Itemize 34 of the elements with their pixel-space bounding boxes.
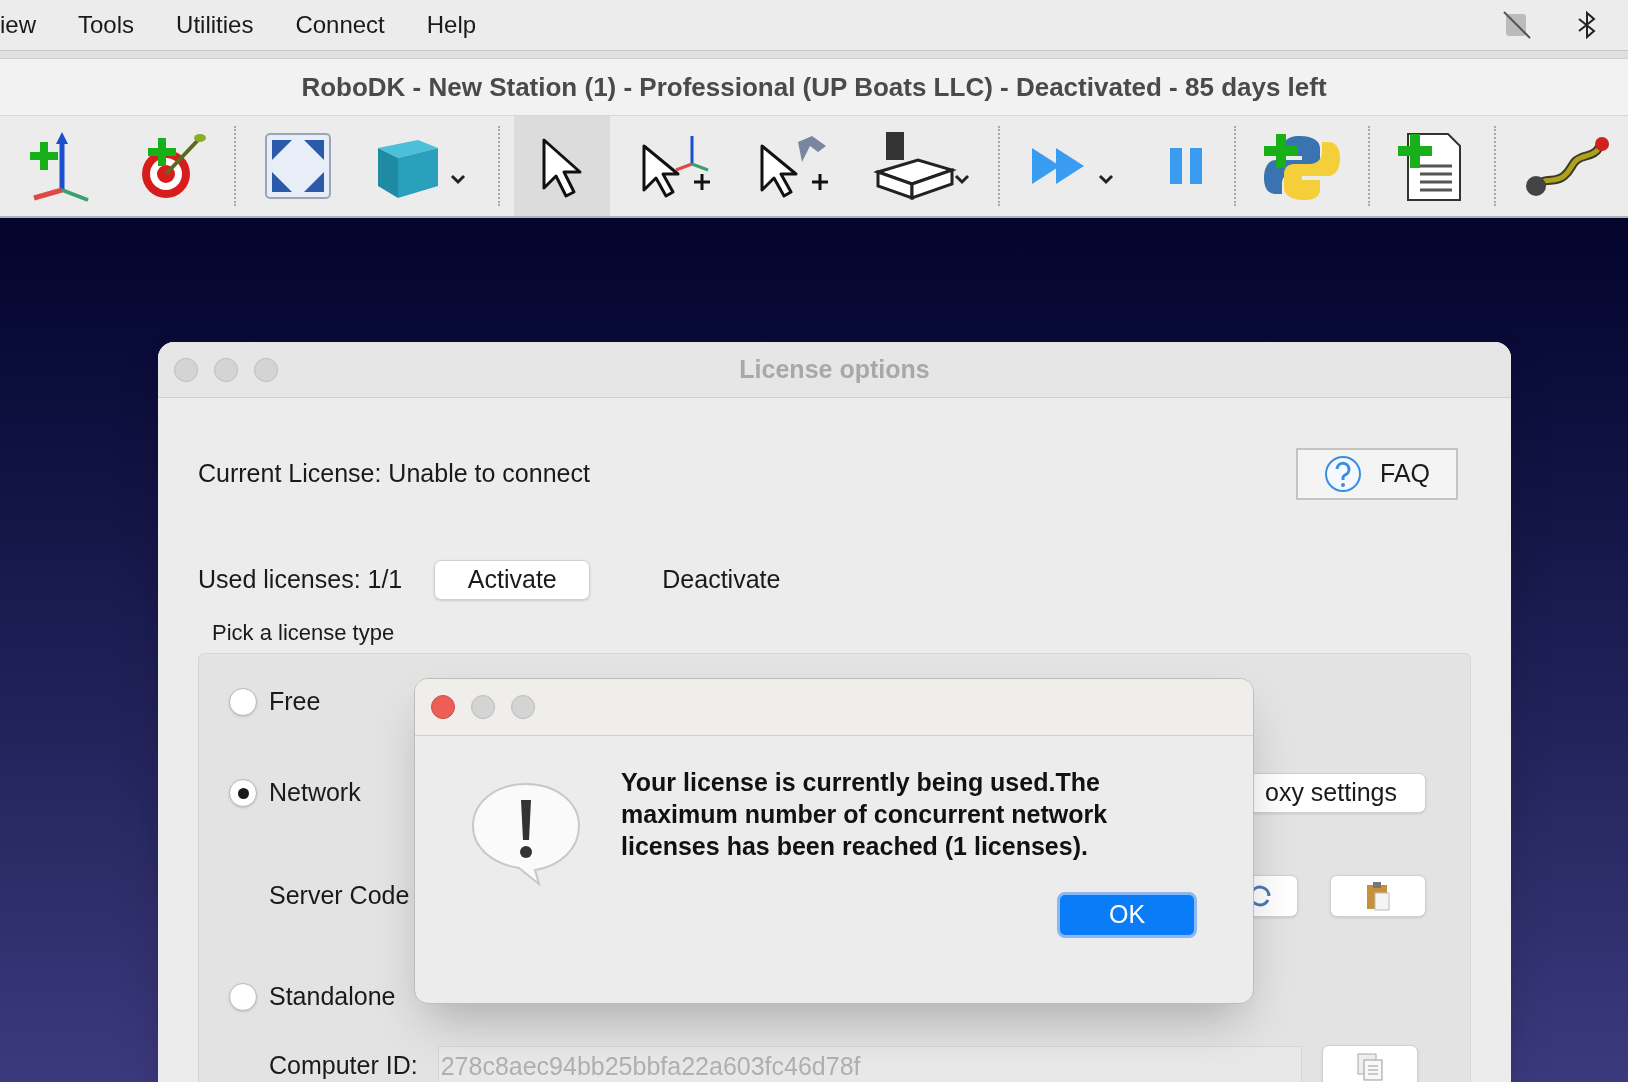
paste-button[interactable] bbox=[1330, 875, 1426, 917]
help-icon bbox=[1324, 455, 1362, 493]
radio-label[interactable]: Network bbox=[269, 774, 361, 812]
alert-message: Your license is currently being used.The maximum number of concurrent network licenses has been reached (1 licenses). bbox=[621, 767, 1109, 862]
ok-button[interactable]: OK bbox=[1057, 892, 1197, 938]
server-code-label: Server Code bbox=[269, 880, 410, 912]
used-licenses-label: Used licenses: 1/1 bbox=[198, 564, 403, 596]
radio-button[interactable] bbox=[229, 688, 257, 716]
window-title: RoboDK - New Station (1) - Professional (UP Boats LLC) - Deactivated - 85 days left bbox=[301, 70, 1327, 104]
radio-button[interactable] bbox=[229, 779, 257, 807]
bluetooth-icon[interactable] bbox=[1576, 10, 1598, 40]
toolbar-button[interactable] bbox=[514, 116, 610, 216]
group-title: Pick a license type bbox=[211, 619, 396, 647]
deactivate-button[interactable]: Deactivate bbox=[650, 560, 793, 600]
close-button[interactable] bbox=[431, 695, 455, 719]
menu-item[interactable]: Utilities bbox=[176, 7, 254, 43]
radio-label[interactable]: Standalone bbox=[269, 978, 396, 1016]
radio-button[interactable] bbox=[229, 983, 257, 1011]
menu-item[interactable]: Help bbox=[426, 7, 477, 43]
tool-icon bbox=[872, 130, 972, 202]
radio-label[interactable]: Free bbox=[269, 683, 321, 721]
computer-id-label: Computer ID: bbox=[269, 1050, 418, 1082]
menu-item[interactable]: iew bbox=[0, 7, 36, 43]
menu-item[interactable]: Connect bbox=[295, 7, 385, 43]
muted-app-icon[interactable] bbox=[1502, 10, 1532, 40]
warning-speech-bubble-icon bbox=[469, 780, 583, 888]
clipboard-icon bbox=[1365, 881, 1391, 911]
activate-button[interactable]: Activate bbox=[434, 560, 591, 600]
current-license-label: Current License: Unable to connect bbox=[198, 458, 590, 490]
menu-item[interactable]: Tools bbox=[78, 7, 135, 43]
copy-icon bbox=[1354, 1051, 1385, 1081]
faq-button[interactable]: FAQ bbox=[1296, 448, 1458, 500]
window-title: License options bbox=[739, 353, 930, 385]
fit-view-icon bbox=[262, 130, 334, 202]
